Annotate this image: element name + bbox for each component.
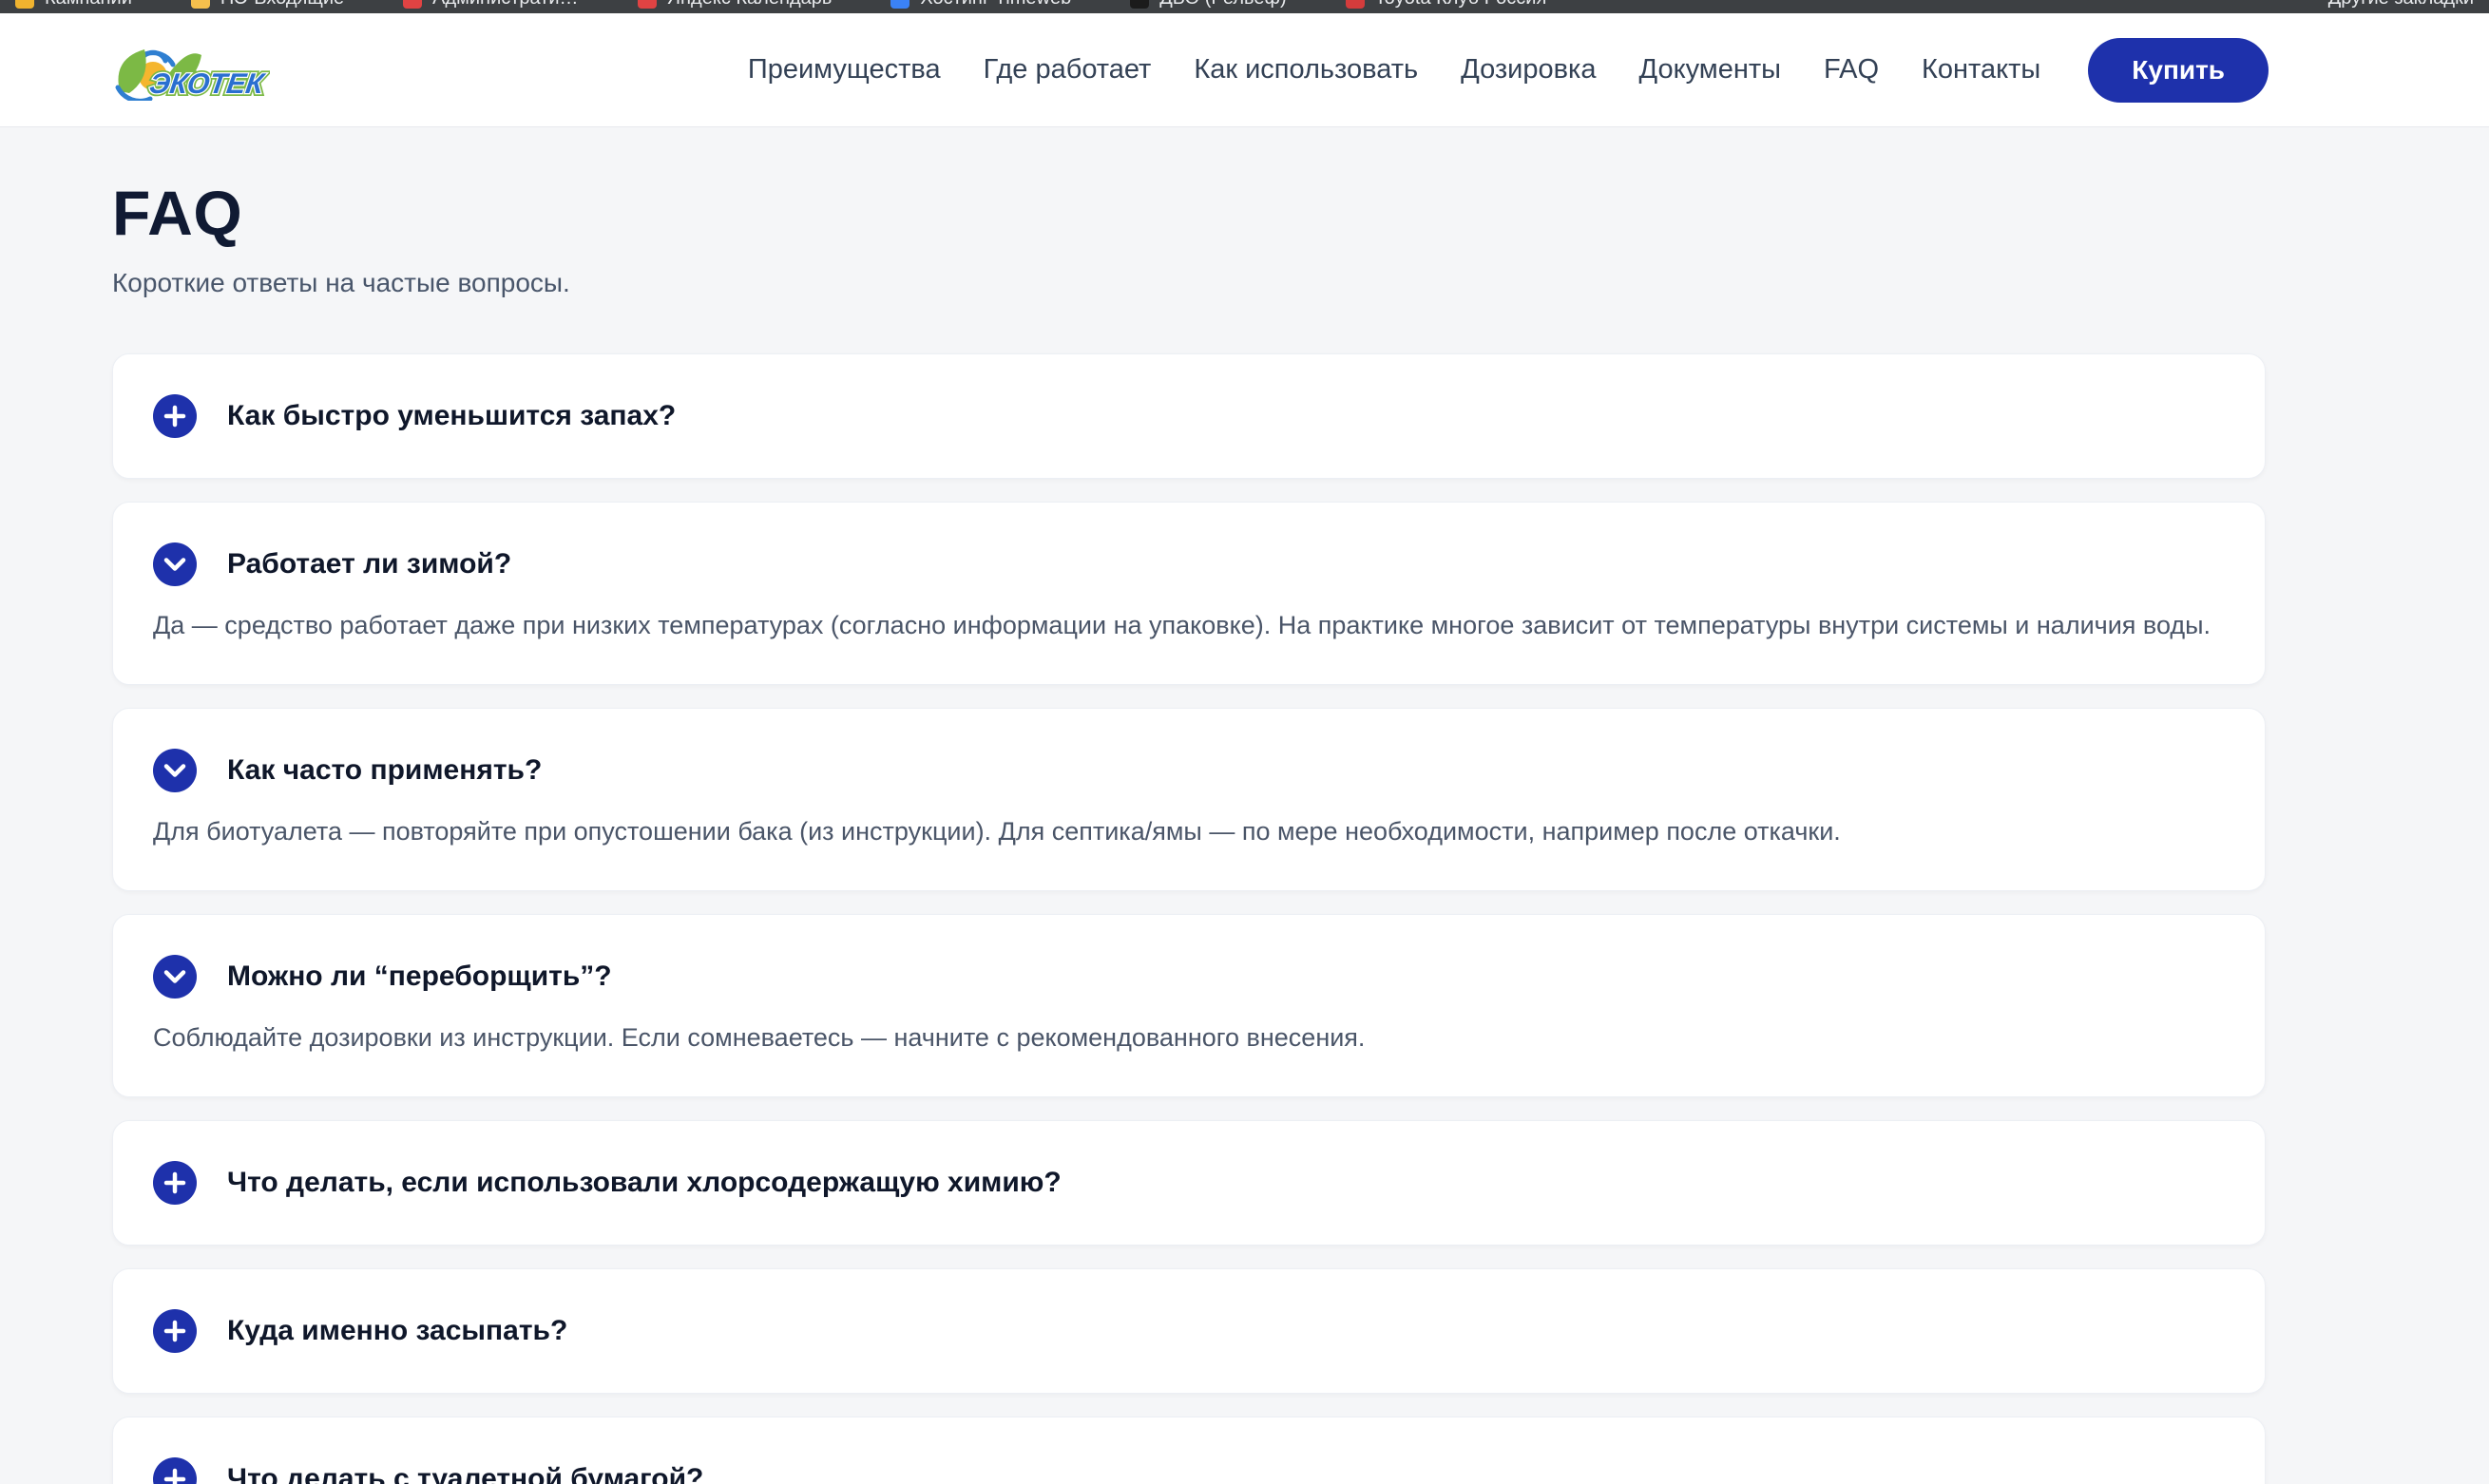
- bookmark-favicon: [1346, 0, 1365, 9]
- site-logo[interactable]: ЭКОТЕК ЭКОТЕК: [106, 40, 270, 101]
- bookmark-favicon: [1130, 0, 1149, 9]
- bookmark-label: Администрати…: [432, 0, 578, 10]
- logo-wordmark: ЭКОТЕК: [147, 68, 268, 100]
- plus-icon: [163, 1468, 186, 1484]
- bookmark-item[interactable]: Кампании: [15, 0, 132, 10]
- expand-toggle-button[interactable]: [153, 1457, 197, 1484]
- main-nav: Преимущества Где работает Как использова…: [748, 54, 2040, 86]
- bookmark-favicon: [15, 0, 34, 9]
- faq-question[interactable]: Работает ли зимой?: [227, 548, 511, 580]
- bookmark-item[interactable]: Хостинг Timeweb: [890, 0, 1071, 10]
- faq-question-row[interactable]: Что делать, если использовали хлорсодерж…: [153, 1161, 2225, 1205]
- expand-toggle-button[interactable]: [153, 394, 197, 438]
- plus-icon: [163, 1320, 186, 1342]
- chevron-down-icon: [163, 969, 187, 984]
- nav-link[interactable]: Как использовать: [1194, 54, 1418, 86]
- faq-card: Как быстро уменьшится запах?: [112, 353, 2266, 479]
- faq-question-row[interactable]: Можно ли “переборщить”?: [153, 955, 2225, 999]
- faq-answer: Для биотуалета — повторяйте при опустоше…: [153, 813, 2225, 850]
- faq-card: Работает ли зимой? Да — средство работае…: [112, 502, 2266, 685]
- bookmark-favicon: [890, 0, 909, 9]
- other-bookmarks-button[interactable]: Другие закладки: [2328, 0, 2474, 10]
- plus-icon: [163, 1171, 186, 1194]
- faq-question[interactable]: Как часто применять?: [227, 754, 542, 787]
- nav-link[interactable]: Дозировка: [1461, 54, 1596, 86]
- faq-question-row[interactable]: Как часто применять?: [153, 749, 2225, 792]
- bookmark-label: ДБО (Рельеф): [1159, 0, 1286, 10]
- faq-card: Что делать, если использовали хлорсодерж…: [112, 1120, 2266, 1246]
- bookmark-favicon: [638, 0, 657, 9]
- faq-question-row[interactable]: Что делать с туалетной бумагой?: [153, 1457, 2225, 1484]
- faq-question[interactable]: Как быстро уменьшится запах?: [227, 400, 676, 432]
- bookmark-favicon: [191, 0, 210, 9]
- expand-toggle-button[interactable]: [153, 542, 197, 586]
- nav-link[interactable]: FAQ: [1824, 54, 1879, 86]
- bookmark-favicon: [403, 0, 422, 9]
- other-bookmarks-label: Другие закладки: [2328, 0, 2474, 10]
- faq-card: Куда именно засыпать?: [112, 1268, 2266, 1394]
- faq-question-row[interactable]: Работает ли зимой?: [153, 542, 2225, 586]
- expand-toggle-button[interactable]: [153, 1161, 197, 1205]
- nav-link[interactable]: Документы: [1639, 54, 1782, 86]
- bookmark-label: Яндекс Календарь: [667, 0, 833, 10]
- page-subtitle: Короткие ответы на частые вопросы.: [112, 268, 2266, 298]
- page-title: FAQ: [112, 177, 2266, 249]
- chevron-down-icon: [163, 557, 187, 572]
- site-header: ЭКОТЕК ЭКОТЕК Преимущества Где работает …: [0, 13, 2489, 127]
- buy-button[interactable]: Купить: [2088, 38, 2269, 103]
- faq-card: Что делать с туалетной бумагой?: [112, 1417, 2266, 1484]
- faq-question[interactable]: Что делать, если использовали хлорсодерж…: [227, 1167, 1062, 1199]
- faq-question-row[interactable]: Как быстро уменьшится запах?: [153, 394, 2225, 438]
- bookmark-item[interactable]: Администрати…: [403, 0, 578, 10]
- faq-question[interactable]: Можно ли “переборщить”?: [227, 961, 612, 993]
- chevron-down-icon: [163, 763, 187, 778]
- nav-link[interactable]: Контакты: [1922, 54, 2040, 86]
- browser-window: Кампании ПЭ-Входящие Администрати… Яндек…: [0, 0, 2489, 1484]
- nav-link[interactable]: Преимущества: [748, 54, 941, 86]
- expand-toggle-button[interactable]: [153, 749, 197, 792]
- faq-question[interactable]: Что делать с туалетной бумагой?: [227, 1463, 703, 1484]
- bookmark-label: Хостинг Timeweb: [920, 0, 1071, 10]
- bookmark-item[interactable]: Яндекс Календарь: [638, 0, 833, 10]
- bookmarks-bar: Кампании ПЭ-Входящие Администрати… Яндек…: [0, 0, 2489, 13]
- plus-icon: [163, 405, 186, 428]
- faq-answer: Соблюдайте дозировки из инструкции. Если…: [153, 1019, 2225, 1056]
- faq-section: FAQ Короткие ответы на частые вопросы. К…: [0, 127, 2489, 1484]
- faq-card: Как часто применять? Для биотуалета — по…: [112, 708, 2266, 891]
- bookmark-item[interactable]: Toyota Клуб Россия: [1346, 0, 1547, 10]
- faq-card: Можно ли “переборщить”? Соблюдайте дозир…: [112, 914, 2266, 1097]
- faq-answer: Да — средство работает даже при низких т…: [153, 607, 2225, 644]
- faq-question[interactable]: Куда именно засыпать?: [227, 1315, 567, 1347]
- bookmark-label: Toyota Клуб Россия: [1375, 0, 1547, 10]
- bookmark-item[interactable]: ПЭ-Входящие: [191, 0, 344, 10]
- bookmark-label: Кампании: [45, 0, 132, 10]
- bookmark-item[interactable]: ДБО (Рельеф): [1130, 0, 1286, 10]
- nav-link[interactable]: Где работает: [984, 54, 1152, 86]
- bookmark-label: ПЭ-Входящие: [220, 0, 344, 10]
- faq-list: Как быстро уменьшится запах? Работает ли…: [112, 353, 2266, 1484]
- expand-toggle-button[interactable]: [153, 955, 197, 999]
- expand-toggle-button[interactable]: [153, 1309, 197, 1353]
- faq-question-row[interactable]: Куда именно засыпать?: [153, 1309, 2225, 1353]
- ecotek-logo-graphic: ЭКОТЕК ЭКОТЕК: [106, 40, 270, 101]
